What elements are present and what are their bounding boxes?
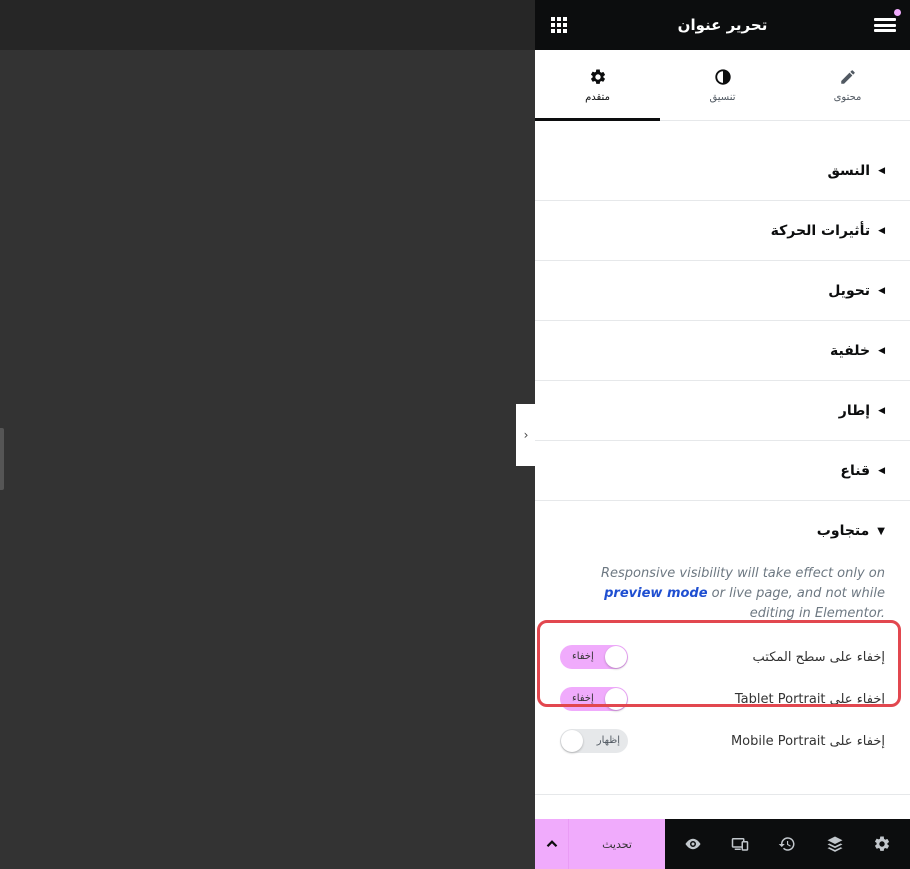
chevron-right-icon: ›: [523, 428, 529, 442]
caret-left-icon: ◀: [878, 285, 885, 296]
section-title: النسق: [827, 162, 871, 179]
canvas-top-bar: [0, 0, 535, 50]
history-icon[interactable]: [775, 832, 799, 856]
caret-left-icon: ◀: [878, 405, 885, 416]
section-mask[interactable]: ◀ قناع: [535, 441, 910, 501]
panel-header: تحرير عنوان: [535, 0, 910, 50]
tab-style-label: تنسيق: [709, 91, 736, 103]
footer-icons: [665, 819, 910, 869]
settings-icon[interactable]: [870, 832, 894, 856]
hide-desktop-label: إخفاء على سطح المكتب: [752, 649, 886, 665]
half-circle-icon: [714, 68, 731, 85]
tab-advanced-label: متقدم: [585, 91, 610, 103]
caret-left-icon: ◀: [878, 165, 885, 176]
section-title: تحويل: [828, 282, 871, 299]
tab-advanced[interactable]: متقدم: [535, 50, 660, 121]
pencil-icon: [840, 69, 855, 84]
caret-left-icon: ◀: [878, 225, 885, 236]
section-responsive-header[interactable]: ▼ متجاوب: [560, 501, 885, 561]
canvas-resize-handle[interactable]: [0, 428, 4, 490]
collapse-panel-button[interactable]: ›: [516, 404, 536, 466]
tab-content-label: محتوى: [833, 91, 862, 103]
section-title: متجاوب: [816, 523, 870, 539]
preview-mode-link[interactable]: preview mode: [604, 586, 707, 601]
section-border[interactable]: ◀ إطار: [535, 381, 910, 441]
save-options-button[interactable]: [535, 819, 568, 869]
responsive-note: Responsive visibility will take effect o…: [600, 566, 885, 621]
section-background[interactable]: ◀ خلفية: [535, 321, 910, 381]
sections-list: ◀ النسق ◀ تأثيرات الحركة ◀ تحويل ◀ خلفية…: [535, 121, 910, 762]
section-transform[interactable]: ◀ تحويل: [535, 261, 910, 321]
caret-down-icon: ▼: [877, 525, 885, 537]
editor-panel: تحرير عنوان محتوى تنسيق متقدم ◀ النسق ◀ …: [535, 0, 910, 869]
notification-dot: [894, 9, 901, 16]
section-responsive: ▼ متجاوب Responsive visibility will take…: [535, 501, 910, 762]
caret-left-icon: ◀: [878, 465, 885, 476]
section-title: خلفية: [829, 342, 871, 359]
tab-style[interactable]: تنسيق: [660, 50, 785, 120]
layers-icon[interactable]: [823, 832, 847, 856]
section-motion-effects[interactable]: ◀ تأثيرات الحركة: [535, 201, 910, 261]
hide-mobile-control: إخفاء على Mobile Portrait إظهار: [560, 720, 885, 762]
hide-mobile-toggle[interactable]: إظهار: [560, 729, 628, 753]
caret-left-icon: ◀: [878, 345, 885, 356]
hide-desktop-toggle[interactable]: إخفاء: [560, 645, 628, 669]
responsive-icon[interactable]: [728, 832, 752, 856]
divider: [535, 794, 910, 795]
panel-footer: تحديث: [535, 819, 910, 869]
preview-canvas[interactable]: [0, 0, 535, 869]
section-title: إطار: [838, 402, 871, 419]
section-title: قناع: [840, 462, 871, 479]
chevron-up-icon: [546, 840, 557, 848]
update-button[interactable]: تحديث: [568, 819, 665, 869]
hide-tablet-toggle[interactable]: إخفاء: [560, 687, 628, 711]
grid-icon[interactable]: [551, 17, 567, 33]
hide-tablet-label: إخفاء على Tablet Portrait: [734, 691, 885, 707]
section-title: تأثيرات الحركة: [770, 222, 871, 239]
panel-tabs: محتوى تنسيق متقدم: [535, 50, 910, 121]
eye-icon[interactable]: [681, 832, 705, 856]
hide-desktop-control: إخفاء على سطح المكتب إخفاء: [560, 636, 885, 678]
hide-tablet-control: إخفاء على Tablet Portrait إخفاء: [560, 678, 885, 720]
section-layout[interactable]: ◀ النسق: [535, 141, 910, 201]
hide-mobile-label: إخفاء على Mobile Portrait: [730, 733, 885, 749]
hamburger-icon[interactable]: [874, 9, 901, 34]
gear-icon: [590, 68, 605, 84]
tab-content[interactable]: محتوى: [785, 50, 910, 120]
panel-title: تحرير عنوان: [677, 16, 768, 34]
